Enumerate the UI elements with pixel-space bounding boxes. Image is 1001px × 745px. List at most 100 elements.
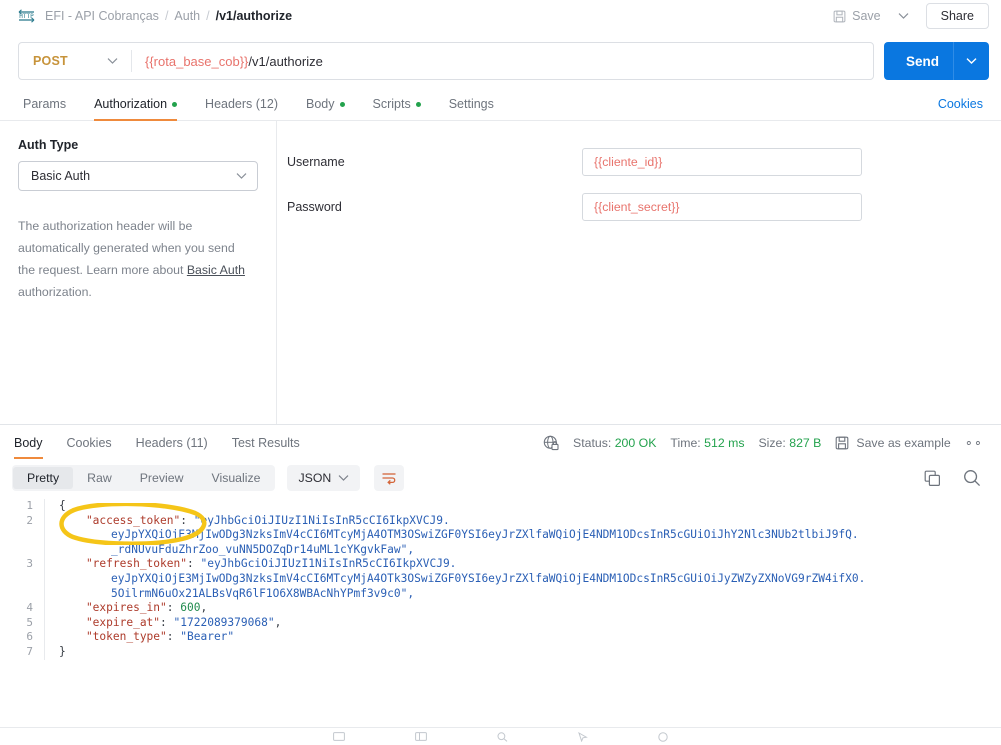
svg-text:HTTP: HTTP [19, 13, 34, 20]
save-as-example-label: Save as example [856, 436, 951, 450]
code-token: , [200, 601, 208, 615]
auth-type-value: Basic Auth [31, 169, 91, 183]
password-row: Password {{client_secret}} [277, 184, 1001, 229]
url-input[interactable]: {{rota_base_cob}}/v1/authorize [132, 54, 323, 69]
save-as-example-button[interactable]: Save as example [835, 436, 951, 450]
line-number: 1 [26, 499, 33, 512]
code-lines: { "access_token": "eyJhbGciOiJIUzI1NiIsI… [44, 499, 1001, 660]
view-mode-pretty[interactable]: Pretty [13, 467, 74, 489]
tab-body[interactable]: Body [292, 97, 359, 120]
auth-help-text: The authorization header will be automat… [18, 215, 250, 303]
line-number: 4 [26, 601, 33, 615]
code-line: eyJpYXQiOjE3MjIwODg3NzksImV4cCI6MTcyMjA4… [59, 572, 1001, 587]
send-button[interactable]: Send [883, 42, 989, 80]
response-meta: Status: 200 OK Time: 512 ms Size: 827 B … [543, 435, 987, 451]
http-request-icon: HTTP [16, 7, 36, 25]
code-token: "refresh_token" [59, 557, 187, 571]
code-token: "1722089379068" [173, 615, 275, 629]
viewer-actions [924, 469, 987, 487]
bottom-status-bar [0, 727, 1001, 745]
send-options-chevron-down-icon[interactable] [954, 57, 989, 65]
share-button[interactable]: Share [925, 3, 989, 29]
url-bar-row: POST {{rota_base_cob}}/v1/authorize Send [0, 33, 1001, 89]
response-tabs: Body Cookies Headers (11) Test Results S… [0, 425, 1001, 461]
tab-label: Headers (11) [135, 436, 208, 450]
code-token: : [180, 513, 194, 527]
send-label: Send [905, 53, 939, 69]
basic-auth-link[interactable]: Basic Auth [187, 263, 245, 277]
code-line: { [59, 499, 1001, 514]
tab-params[interactable]: Params [18, 97, 80, 120]
help-icon[interactable] [658, 731, 668, 742]
line-number: 3 [26, 557, 33, 571]
tab-label: Authorization [94, 97, 168, 111]
request-tabs: Params Authorization Headers (12) Body S… [0, 89, 1001, 121]
breadcrumb: EFI - API Cobranças / Auth / /v1/authori… [45, 9, 292, 23]
globe-lock-icon[interactable] [543, 435, 559, 451]
console-icon[interactable] [333, 732, 345, 741]
size-label: Size: [758, 436, 786, 450]
auth-type-select[interactable]: Basic Auth [18, 161, 258, 191]
response-tab-cookies[interactable]: Cookies [55, 425, 124, 461]
username-input[interactable]: {{cliente_id}} [582, 147, 862, 176]
username-row: Username {{cliente_id}} [277, 139, 1001, 184]
tab-headers[interactable]: Headers (12) [191, 97, 292, 120]
method-label: POST [33, 54, 68, 68]
tab-label: Scripts [372, 97, 411, 111]
cookies-link[interactable]: Cookies [938, 97, 983, 120]
method-selector[interactable]: POST [19, 54, 131, 68]
cursor-icon[interactable] [578, 731, 588, 742]
code-line: eyJpYXQiOjE3MjIwODg3NzksImV4cCI6MTcyMjA4… [59, 528, 1001, 543]
line-number-spacer [0, 572, 33, 587]
word-wrap-icon[interactable] [374, 465, 405, 491]
chevron-down-icon [338, 474, 349, 482]
view-mode-preview[interactable]: Preview [126, 467, 198, 489]
response-tab-test-results[interactable]: Test Results [220, 425, 312, 461]
code-token: 5OilrmN6uOx21ALBsVqR6lF1O6X8WBAcNhYPmf3v… [111, 586, 415, 600]
line-number: 7 [26, 644, 33, 658]
code-line: 5OilrmN6uOx21ALBsVqR6lF1O6X8WBAcNhYPmf3v… [59, 587, 1001, 602]
search-icon[interactable] [497, 731, 508, 742]
breadcrumb-separator: / [164, 9, 169, 23]
code-token: "eyJhbGciOiJIUzI1NiIsInR5cCI6IkpXVCJ9. [193, 513, 450, 527]
tab-authorization[interactable]: Authorization [80, 97, 191, 121]
layout-icon[interactable] [415, 732, 427, 741]
auth-type-label: Auth Type [18, 138, 79, 152]
code-token: eyJpYXQiOjE3MjIwODg3NzksImV4cCI6MTcyMjA4… [111, 571, 866, 585]
password-label: Password [287, 199, 342, 214]
password-input[interactable]: {{client_secret}} [582, 192, 862, 221]
tab-settings[interactable]: Settings [435, 97, 508, 120]
authorization-panel: Auth Type Basic Auth The authorization h… [0, 121, 1001, 424]
breadcrumb-collection[interactable]: EFI - API Cobranças [45, 9, 159, 23]
time-label: Time: [670, 436, 701, 450]
floppy-disk-icon [835, 436, 849, 450]
auth-help-part2: authorization. [18, 285, 92, 299]
view-mode-visualize[interactable]: Visualize [197, 467, 274, 489]
view-mode-raw[interactable]: Raw [73, 467, 126, 489]
search-icon[interactable] [963, 469, 981, 487]
line-number: 2 [26, 513, 33, 527]
code-line: } [59, 645, 1001, 660]
save-button[interactable]: Save [825, 5, 889, 27]
tab-label: Headers (12) [205, 97, 278, 111]
tab-label: Test Results [231, 436, 300, 450]
response-tab-headers[interactable]: Headers (11) [124, 425, 220, 461]
code-token: : [160, 615, 174, 629]
response-viewer-toolbar: Pretty Raw Preview Visualize JSON [0, 461, 1001, 495]
save-options-chevron-down-icon[interactable] [889, 8, 918, 24]
code-line: "refresh_token": "eyJhbGciOiJIUzI1NiIsIn… [59, 557, 1001, 572]
floppy-disk-icon [833, 10, 846, 23]
breadcrumb-folder[interactable]: Auth [174, 9, 200, 23]
response-body-code[interactable]: 1 2 3 4 5 6 7 { "access_token": "eyJhbGc… [0, 495, 1001, 727]
breadcrumb-separator: / [206, 9, 210, 23]
response-tab-body[interactable]: Body [14, 425, 55, 461]
code-line: "token_type": "Bearer" [59, 630, 1001, 645]
code-token: : [166, 630, 181, 644]
url-field[interactable]: POST {{rota_base_cob}}/v1/authorize [18, 42, 874, 80]
ellipsis-icon[interactable]: ∘∘ [965, 435, 983, 451]
breadcrumb-request[interactable]: /v1/authorize [216, 9, 292, 23]
line-number-spacer [0, 587, 33, 602]
copy-icon[interactable] [924, 470, 941, 487]
tab-scripts[interactable]: Scripts [359, 97, 435, 120]
format-select[interactable]: JSON [287, 465, 361, 491]
